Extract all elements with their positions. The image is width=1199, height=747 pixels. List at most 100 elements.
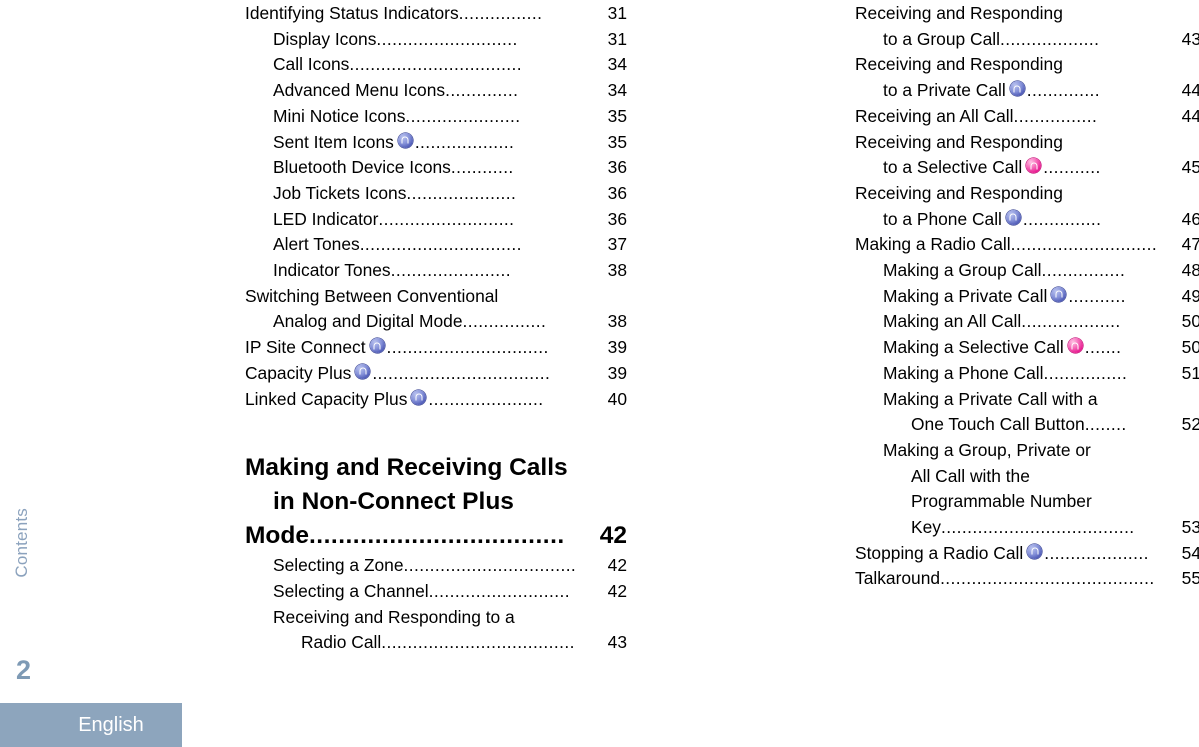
language-bar: English <box>0 703 182 747</box>
toc-entry-label: to a Phone Call <box>883 208 1002 229</box>
toc-entry[interactable]: Advanced Menu Icons.............. 34 <box>245 78 627 104</box>
toc-dot-leader: ...................... <box>428 388 544 409</box>
icon-glyph <box>1055 290 1063 298</box>
toc-entry[interactable]: Receiving and Responding <box>855 130 1199 156</box>
toc-entry-label: Selecting a Zone <box>273 555 404 576</box>
toc-entry-label: Analog and Digital Mode <box>273 311 463 332</box>
toc-entry[interactable]: Making a Private Call........... 49 <box>855 284 1199 310</box>
toc-dot-leader: ................... <box>414 131 515 152</box>
toc-entry[interactable]: Linked Capacity Plus....................… <box>245 387 627 413</box>
sidebar: Contents 2 English <box>0 0 182 747</box>
toc-page-number: 43 <box>607 632 627 653</box>
toc-heading-text: Making and Receiving Calls <box>245 454 568 482</box>
toc-entry[interactable]: IP Site Connect.........................… <box>245 335 627 361</box>
icon-glyph <box>359 367 367 375</box>
toc-entry-label: Radio Call <box>301 632 382 653</box>
toc-dot-leader: ............ <box>450 157 514 178</box>
language-label: English <box>78 713 144 736</box>
toc-entry[interactable]: LED Indicator.......................... 3… <box>245 207 627 233</box>
toc-page-number: 45 <box>1181 157 1199 178</box>
toc-page-number: 44 <box>1181 80 1199 101</box>
toc-entry[interactable]: Radio Call..............................… <box>245 630 627 656</box>
toc-entry[interactable]: Receiving and Responding <box>855 181 1199 207</box>
toc-dot-leader: ................ <box>458 3 543 23</box>
toc-entry[interactable]: Analog and Digital Mode................ 3… <box>245 309 627 335</box>
toc-dot-leader: .............. <box>1026 80 1101 101</box>
toc-dot-leader: ........ <box>1084 414 1127 435</box>
toc-entry[interactable]: Alert Tones.............................… <box>245 232 627 258</box>
toc-entry[interactable]: to a Phone Call............... 46 <box>855 207 1199 233</box>
toc-entry-label: IP Site Connect <box>245 337 366 358</box>
toc-entry[interactable]: Sent Item Icons................... 35 <box>245 130 627 156</box>
ip-site-connect-icon <box>411 389 427 405</box>
toc-entry[interactable]: to a Selective Call........... 45 <box>855 155 1199 181</box>
toc-entry[interactable]: Switching Between Conventional <box>245 284 627 310</box>
toc-entry[interactable]: Capacity Plus...........................… <box>245 361 627 387</box>
toc-entry[interactable]: Receiving an All Call................ 44 <box>855 104 1199 130</box>
toc-entry[interactable]: Making a Selective Call....... 50 <box>855 335 1199 361</box>
toc-entry-label: Receiving and Responding to a <box>273 606 515 627</box>
toc-page-number: 55 <box>1181 568 1199 589</box>
toc-page-number: 38 <box>607 260 627 281</box>
toc-dot-leader: ................................. <box>403 555 577 576</box>
page-number: 2 <box>16 655 32 685</box>
toc-dot-leader: ................ <box>1043 362 1128 383</box>
toc-page-number: 43 <box>1181 28 1199 49</box>
toc-entry[interactable]: Making a Group Call................ 48 <box>855 258 1199 284</box>
toc-dot-leader: ............... <box>1022 208 1102 229</box>
toc-entry[interactable]: Making an All Call................... 50 <box>855 309 1199 335</box>
toc-entry[interactable]: to a Group Call................... 43 <box>855 27 1199 53</box>
toc-entry[interactable]: Mini Notice Icons...................... 3… <box>245 104 627 130</box>
toc-entry[interactable]: Bluetooth Device Icons............ 36 <box>245 155 627 181</box>
toc-entry[interactable]: Selecting a Zone........................… <box>245 553 627 579</box>
toc-column-left: Identifying Status Indicators...........… <box>245 0 627 656</box>
toc-dot-leader: ........................... <box>376 28 518 49</box>
toc-entry[interactable]: Making a Private Call with a <box>855 387 1199 413</box>
toc-dot-leader: ................................... <box>308 522 565 550</box>
toc-dot-leader: ........... <box>1068 285 1126 306</box>
toc-entry-label: Identifying Status Indicators <box>245 3 459 23</box>
toc-entry-label: Receiving and Responding <box>855 54 1063 75</box>
toc-entry[interactable]: Selecting a Channel.....................… <box>245 579 627 605</box>
toc-entry-label: Selecting a Channel <box>273 580 429 601</box>
toc-page-number: 49 <box>1181 285 1199 306</box>
ip-site-connect-icon <box>369 338 385 354</box>
toc-section-heading[interactable]: Making and Receiving Calls in Non-Connect… <box>245 451 627 553</box>
toc-page-number: 54 <box>1181 542 1199 563</box>
ip-site-connect-icon <box>1027 543 1043 559</box>
toc-entry-label: Alert Tones <box>273 234 360 255</box>
toc-heading-last-line[interactable]: Mode................................... 4… <box>245 519 627 553</box>
toc-entry-label: Display Icons <box>273 28 377 49</box>
toc-entry[interactable]: Call Icons..............................… <box>245 52 627 78</box>
toc-page: Contents 2 English Identifying Status In… <box>0 0 1199 747</box>
icon-glyph <box>1071 342 1079 350</box>
toc-entry[interactable]: All Call with the <box>855 464 1199 490</box>
toc-entry[interactable]: Job Tickets Icons..................... 36 <box>245 181 627 207</box>
toc-dot-leader: .......................... <box>378 208 515 229</box>
toc-entry[interactable]: Making a Group, Private or <box>855 438 1199 464</box>
toc-entry[interactable]: Display Icons...........................… <box>245 27 627 53</box>
toc-entry-label: to a Selective Call <box>883 157 1023 178</box>
toc-entry-label: All Call with the <box>911 465 1030 486</box>
toc-dot-leader: ................ <box>462 311 547 332</box>
toc-entry[interactable]: Making a Phone Call................ 51 <box>855 361 1199 387</box>
toc-page-number: 51 <box>1181 362 1199 383</box>
toc-entry-label: Key <box>911 517 941 538</box>
toc-entry[interactable]: Receiving and Responding to a <box>245 605 627 631</box>
toc-dot-leader: ................ <box>1013 105 1098 126</box>
toc-entry[interactable]: Key ....................................… <box>855 515 1199 541</box>
toc-entry-label: to a Private Call <box>883 80 1006 101</box>
toc-entry[interactable]: Programmable Number <box>855 489 1199 515</box>
toc-entry[interactable]: One Touch Call Button........ 52 <box>855 412 1199 438</box>
toc-page-number: 42 <box>599 522 627 550</box>
toc-entry[interactable]: Receiving and Responding <box>855 1 1199 27</box>
toc-entry[interactable]: to a Private Call.............. 44 <box>855 78 1199 104</box>
toc-entry[interactable]: Talkaround..............................… <box>855 566 1199 592</box>
toc-entry[interactable]: Identifying Status Indicators...........… <box>245 1 627 27</box>
toc-entry[interactable]: Making a Radio Call.....................… <box>855 232 1199 258</box>
toc-entry[interactable]: Stopping a Radio Call...................… <box>855 541 1199 567</box>
toc-page-number: 34 <box>607 54 627 75</box>
toc-page-number: 36 <box>607 157 627 178</box>
toc-entry[interactable]: Indicator Tones....................... 38 <box>245 258 627 284</box>
toc-entry[interactable]: Receiving and Responding <box>855 52 1199 78</box>
